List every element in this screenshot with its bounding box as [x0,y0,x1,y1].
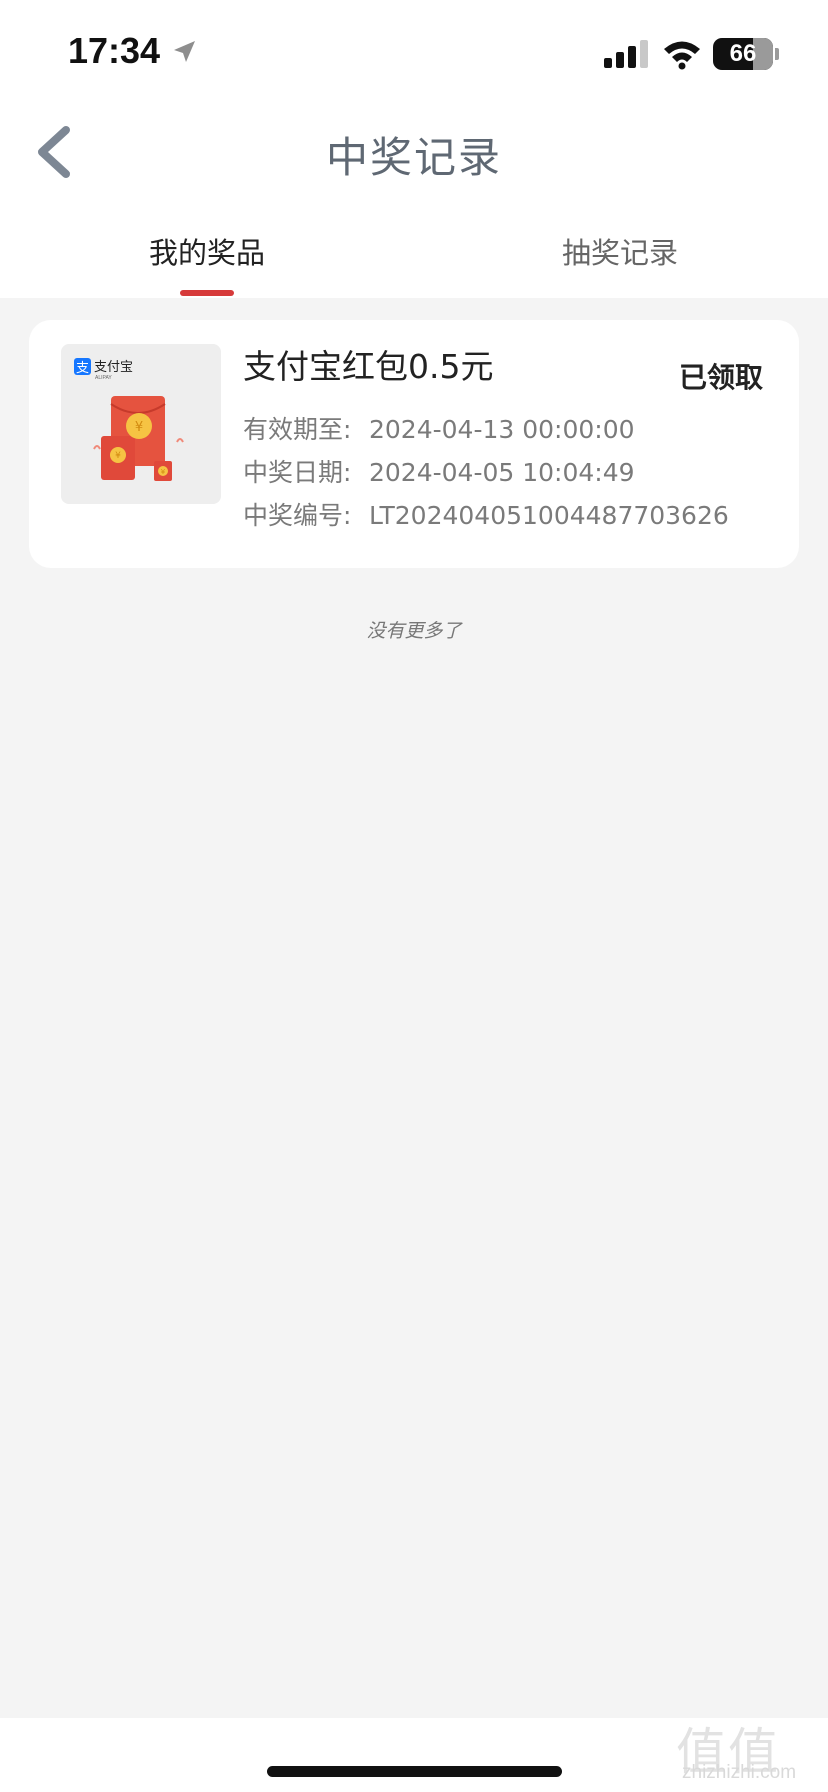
win-number-label: 中奖编号: [243,501,352,530]
battery-tip [775,48,779,60]
win-date-row: 中奖日期: 2024-04-05 10:04:49 [243,453,635,489]
valid-until-row: 有效期至: 2024-04-13 00:00:00 [243,410,635,446]
battery-percent: 66 [729,40,757,67]
svg-text:¥: ¥ [135,420,143,435]
svg-text:¥: ¥ [161,468,166,476]
nav-bar: 中奖记录 [0,100,828,200]
home-indicator[interactable] [267,1766,562,1777]
prize-name: 支付宝红包0.5元 [243,347,494,386]
cellular-signal-icon [604,40,648,68]
red-envelope-icon: 支 支付宝 ALIPAY ¥ ¥ ¥ [74,358,184,481]
status-bar: 17:34 66 [0,0,828,100]
win-date-label: 中奖日期: [243,458,352,487]
tab-bar: 我的奖品 抽奖记录 [0,200,828,298]
tab-draw-records[interactable]: 抽奖记录 [510,230,730,272]
active-tab-indicator [180,290,234,296]
watermark-text: zhizhizhi.com [682,1762,797,1783]
list-end-text: 没有更多了 [366,620,462,642]
svg-text:支: 支 [76,361,89,376]
win-number-value: LT202404051004487703626 [369,501,729,530]
prize-image: 支 支付宝 ALIPAY ¥ ¥ ¥ [61,344,221,504]
tab-my-prizes[interactable]: 我的奖品 [97,230,317,272]
location-arrow-icon [174,41,195,62]
valid-until-value: 2024-04-13 00:00:00 [369,415,635,444]
battery-icon: 66 [713,38,773,70]
alipay-brand-text: 支付宝 [94,360,133,375]
prize-card[interactable]: 支 支付宝 ALIPAY ¥ ¥ ¥ 支付宝红包0.5元 已领取 有效期至: 20… [29,320,799,568]
prize-status-badge: 已领取 [679,361,764,394]
wifi-icon [664,41,700,70]
status-time: 17:34 [68,30,161,71]
alipay-brand-sub: ALIPAY [95,375,112,381]
win-date-value: 2024-04-05 10:04:49 [369,458,635,487]
svg-text:¥: ¥ [115,451,121,461]
page-title: 中奖记录 [325,133,502,182]
valid-until-label: 有效期至: [243,415,352,444]
win-number-row: 中奖编号: LT202404051004487703626 [243,496,729,532]
